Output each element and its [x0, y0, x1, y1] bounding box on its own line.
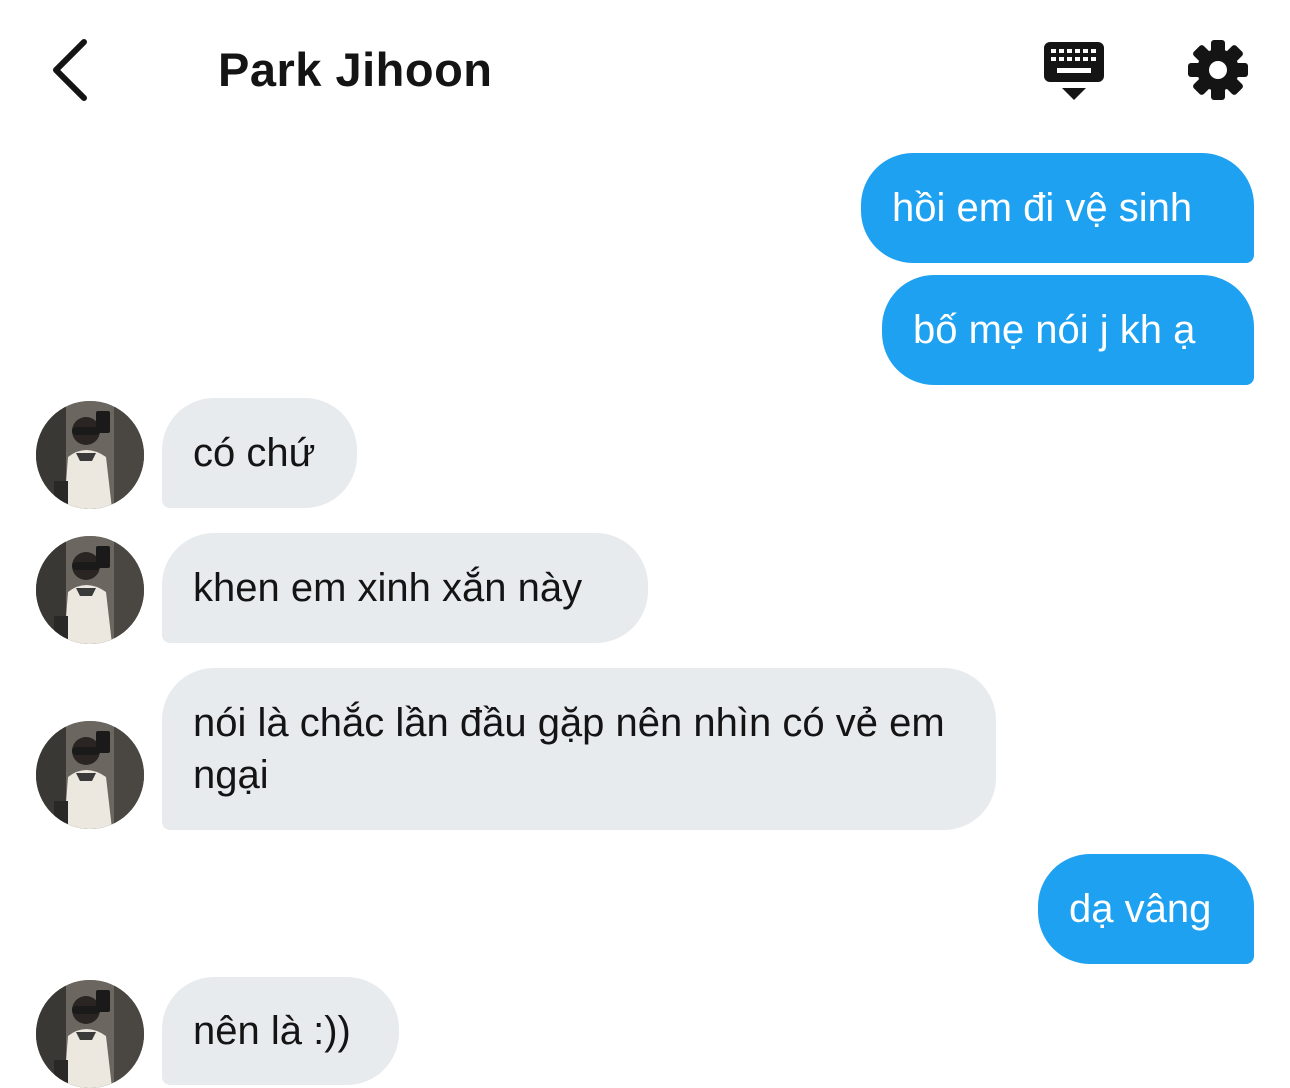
avatar[interactable] — [36, 721, 144, 829]
avatar[interactable] — [36, 401, 144, 509]
message-text: bố mẹ nói j kh ạ — [913, 308, 1196, 352]
keyboard-icon — [1044, 42, 1104, 100]
avatar[interactable] — [36, 536, 144, 644]
keyboard-button[interactable] — [1040, 40, 1108, 104]
avatar[interactable] — [36, 980, 144, 1088]
avatar-photo — [36, 536, 144, 644]
message-bubble-outgoing[interactable]: bố mẹ nói j kh ạ — [882, 275, 1254, 385]
avatar-photo — [36, 401, 144, 509]
message-text: có chứ — [193, 431, 316, 475]
avatar-photo — [36, 721, 144, 829]
avatar-photo — [36, 980, 144, 1088]
gear-icon — [1188, 40, 1248, 100]
conversation-title[interactable]: Park Jihoon — [218, 40, 493, 100]
back-button[interactable] — [38, 36, 98, 104]
message-text: nói là chắc lần đầu gặp nên nhìn có vẻ e… — [193, 701, 945, 797]
message-bubble-outgoing[interactable]: hồi em đi vệ sinh — [861, 153, 1254, 263]
message-text: nên là :)) — [193, 1009, 351, 1053]
message-bubble-incoming[interactable]: nên là :)) — [162, 977, 399, 1085]
message-text: dạ vâng — [1069, 887, 1212, 931]
chat-header: Park Jihoon — [0, 0, 1290, 140]
message-bubble-incoming[interactable]: nói là chắc lần đầu gặp nên nhìn có vẻ e… — [162, 668, 996, 830]
chevron-left-icon — [53, 39, 87, 101]
message-bubble-incoming[interactable]: có chứ — [162, 398, 357, 508]
message-text: hồi em đi vệ sinh — [892, 186, 1193, 230]
message-bubble-incoming[interactable]: khen em xinh xắn này — [162, 533, 648, 643]
settings-button[interactable] — [1186, 38, 1250, 102]
message-text: khen em xinh xắn này — [193, 566, 583, 610]
message-bubble-outgoing[interactable]: dạ vâng — [1038, 854, 1254, 964]
